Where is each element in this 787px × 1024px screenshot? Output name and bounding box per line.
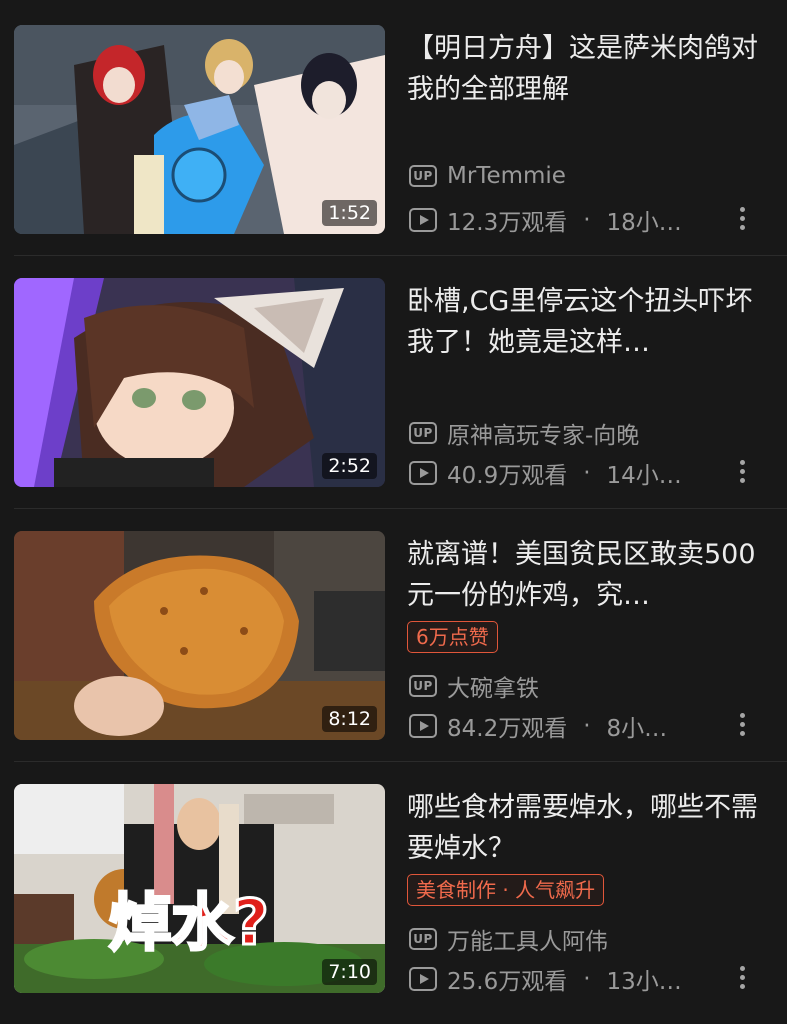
thumbnail-overlay-text: 焯水?: [109, 886, 269, 959]
up-icon: UP: [409, 165, 437, 187]
stats-row: 12.3万观看 · 18小…: [409, 203, 682, 237]
video-thumbnail[interactable]: 8:12: [14, 531, 385, 740]
status-badge: 6万点赞: [407, 621, 498, 653]
separator-dot: ·: [583, 460, 591, 486]
up-icon: UP: [409, 422, 437, 444]
play-icon: [409, 208, 437, 232]
stats-row: 25.6万观看 · 13小…: [409, 962, 682, 996]
video-duration: 2:52: [322, 453, 377, 479]
uploader-name: 大碗拿铁: [447, 676, 539, 702]
upload-time: 18小…: [606, 210, 682, 236]
more-vertical-icon[interactable]: [733, 456, 751, 486]
video-card[interactable]: 8:12 就离谱！美国贫民区敢卖500元一份的炸鸡，究… 6万点赞 UP 大碗拿…: [0, 506, 787, 759]
video-duration: 1:52: [322, 200, 377, 226]
uploader-name: 万能工具人阿伟: [447, 929, 608, 955]
video-title[interactable]: 【明日方舟】这是萨米肉鸽对我的全部理解: [407, 28, 762, 110]
more-vertical-icon[interactable]: [733, 962, 751, 992]
uploader-name: 原神高玩专家-向晚: [447, 423, 640, 449]
uploader-row[interactable]: UP 原神高玩专家-向晚: [409, 416, 639, 450]
separator-dot: ·: [583, 713, 591, 739]
more-vertical-icon[interactable]: [733, 203, 751, 233]
stats-row: 40.9万观看 · 14小…: [409, 456, 682, 490]
video-duration: 8:12: [322, 706, 377, 732]
uploader-row[interactable]: UP MrTemmie: [409, 163, 566, 189]
video-duration: 7:10: [322, 959, 377, 985]
status-badge: 美食制作 · 人气飙升: [407, 874, 605, 906]
play-icon: [409, 461, 437, 485]
video-card[interactable]: 2:52 卧槽,CG里停云这个扭头吓坏我了！她竟是这样… UP 原神高玩专家-向…: [0, 253, 787, 506]
up-icon: UP: [409, 675, 437, 697]
video-thumbnail[interactable]: 2:52: [14, 278, 385, 487]
upload-time: 8小…: [606, 716, 668, 742]
video-card[interactable]: 焯水? 7:10 哪些食材需要焯水，哪些不需要焯水？ 美食制作 · 人气飙升 U…: [0, 759, 787, 1012]
upload-time: 13小…: [606, 969, 682, 995]
separator-dot: ·: [583, 207, 591, 233]
more-vertical-icon[interactable]: [733, 709, 751, 739]
video-thumbnail[interactable]: 1:52: [14, 25, 385, 234]
play-icon: [409, 714, 437, 738]
video-title[interactable]: 哪些食材需要焯水，哪些不需要焯水？: [407, 787, 762, 869]
uploader-row[interactable]: UP 万能工具人阿伟: [409, 922, 608, 956]
stats-row: 84.2万观看 · 8小…: [409, 709, 667, 743]
video-card[interactable]: 1:52 【明日方舟】这是萨米肉鸽对我的全部理解 UP MrTemmie 12.…: [0, 0, 787, 253]
view-count: 12.3万观看: [447, 210, 568, 236]
video-title[interactable]: 卧槽,CG里停云这个扭头吓坏我了！她竟是这样…: [407, 281, 762, 363]
video-feed: 1:52 【明日方舟】这是萨米肉鸽对我的全部理解 UP MrTemmie 12.…: [0, 0, 787, 1024]
view-count: 84.2万观看: [447, 716, 568, 742]
video-title[interactable]: 就离谱！美国贫民区敢卖500元一份的炸鸡，究…: [407, 534, 762, 616]
separator-dot: ·: [583, 966, 591, 992]
view-count: 25.6万观看: [447, 969, 568, 995]
uploader-name: MrTemmie: [447, 163, 566, 189]
view-count: 40.9万观看: [447, 463, 568, 489]
up-icon: UP: [409, 928, 437, 950]
uploader-row[interactable]: UP 大碗拿铁: [409, 669, 539, 703]
video-thumbnail[interactable]: 焯水? 7:10: [14, 784, 385, 993]
play-icon: [409, 967, 437, 991]
upload-time: 14小…: [606, 463, 682, 489]
